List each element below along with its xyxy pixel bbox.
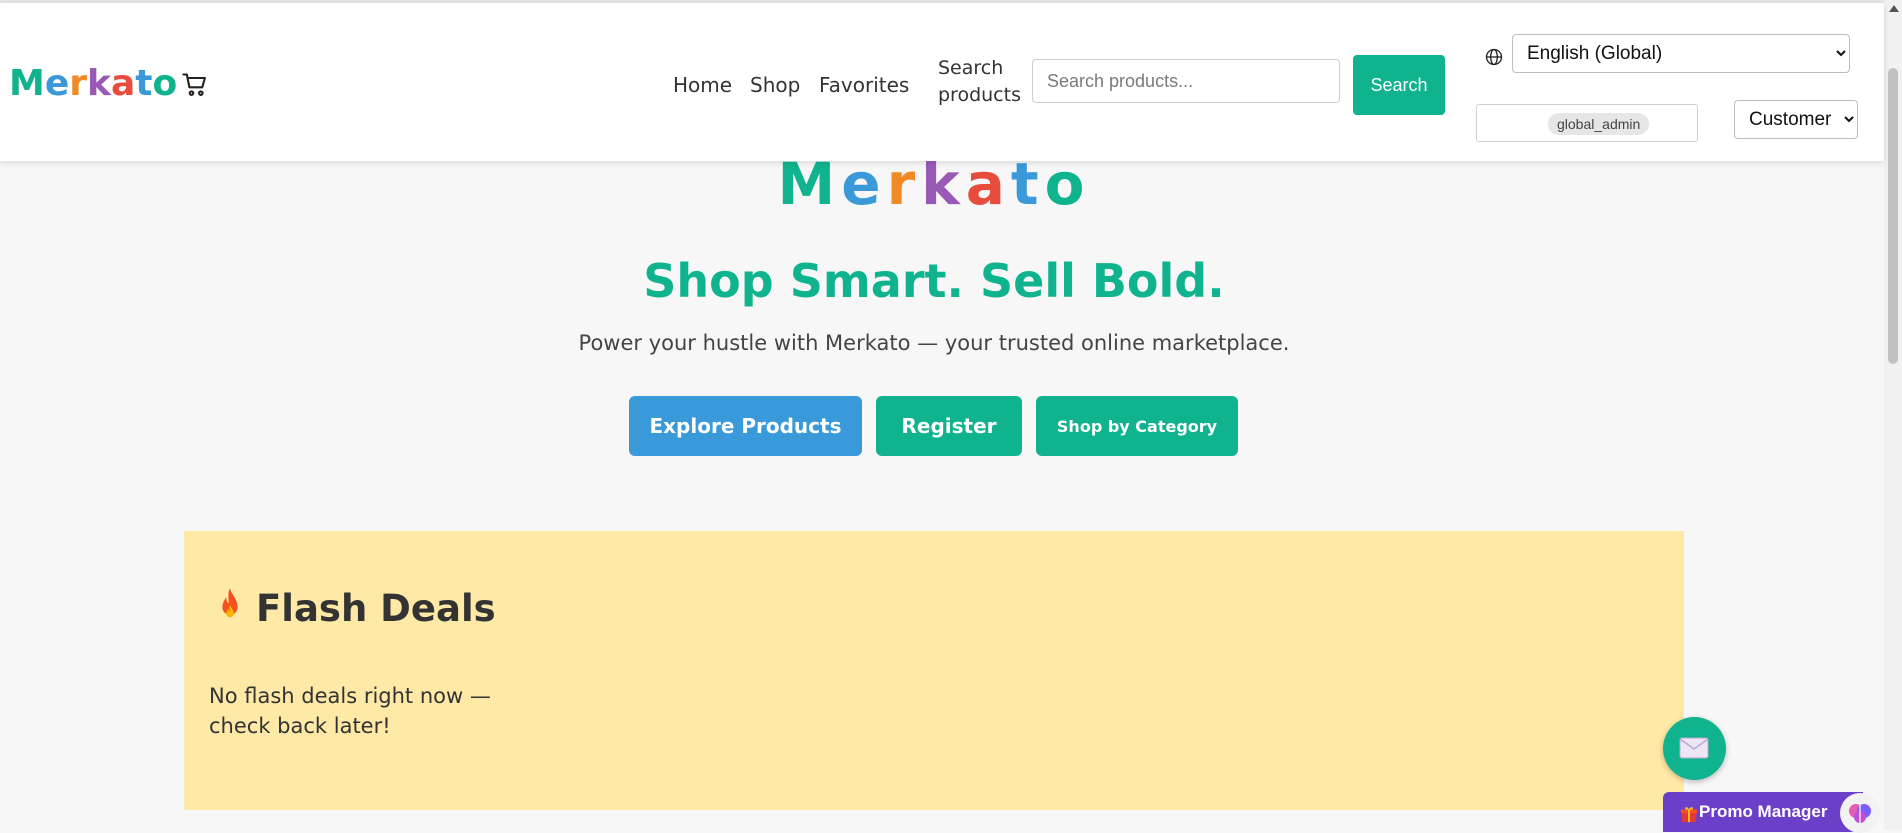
logo-letter: M xyxy=(9,63,45,104)
logo-letter: e xyxy=(44,63,70,104)
chat-button[interactable] xyxy=(1663,717,1726,780)
logo-letter: a xyxy=(110,63,136,104)
nav-home-link[interactable]: Home xyxy=(673,73,732,97)
gift-icon xyxy=(1680,807,1698,823)
user-chip: global_admin xyxy=(1548,113,1650,135)
search-label-line: products xyxy=(938,84,1021,106)
logo-letter: o xyxy=(152,63,178,104)
flash-deals-section: Flash Deals No flash deals right now — c… xyxy=(184,531,1684,810)
flash-deals-title-text: Flash Deals xyxy=(256,587,496,630)
hero-section: Merkato Shop Smart. Sell Bold. Power you… xyxy=(184,150,1684,530)
brain-icon[interactable] xyxy=(1840,793,1880,833)
language-select[interactable]: English (Global) xyxy=(1512,34,1850,73)
register-button[interactable]: Register xyxy=(876,396,1022,456)
nav-shop-link[interactable]: Shop xyxy=(750,73,800,97)
cart-icon[interactable] xyxy=(181,71,209,99)
hero-title: Shop Smart. Sell Bold. xyxy=(643,254,1225,308)
flame-icon xyxy=(222,588,238,618)
envelope-icon xyxy=(1679,737,1709,759)
logo-letter: t xyxy=(135,63,153,104)
search-button[interactable]: Search xyxy=(1353,55,1445,115)
scrollbar[interactable] xyxy=(1884,0,1902,830)
logo-letter: r xyxy=(69,63,88,104)
search-input[interactable] xyxy=(1032,59,1340,103)
explore-products-button[interactable]: Explore Products xyxy=(629,396,862,456)
brain-icon-graphic xyxy=(1849,804,1871,823)
flash-deals-title: Flash Deals xyxy=(214,587,496,630)
search-label-line: Search xyxy=(938,57,1004,79)
logo-letter: k xyxy=(87,63,111,104)
user-box: global_admin xyxy=(1476,104,1698,142)
search-label: Search products xyxy=(938,55,1021,109)
globe-icon xyxy=(1485,48,1503,66)
flash-deals-empty-message: No flash deals right now — check back la… xyxy=(209,684,491,738)
shop-by-category-button[interactable]: Shop by Category xyxy=(1036,396,1238,456)
header-logo[interactable]: Merkato xyxy=(9,63,177,104)
hero-subtitle: Power your hustle with Merkato — your tr… xyxy=(578,331,1290,355)
role-select[interactable]: Customer xyxy=(1734,100,1858,139)
scroll-up-arrow[interactable] xyxy=(1889,5,1899,12)
site-header: Merkato Home Shop Favorites Search produ… xyxy=(0,3,1884,161)
scroll-thumb[interactable] xyxy=(1888,68,1898,364)
nav-favorites-link[interactable]: Favorites xyxy=(819,73,909,97)
